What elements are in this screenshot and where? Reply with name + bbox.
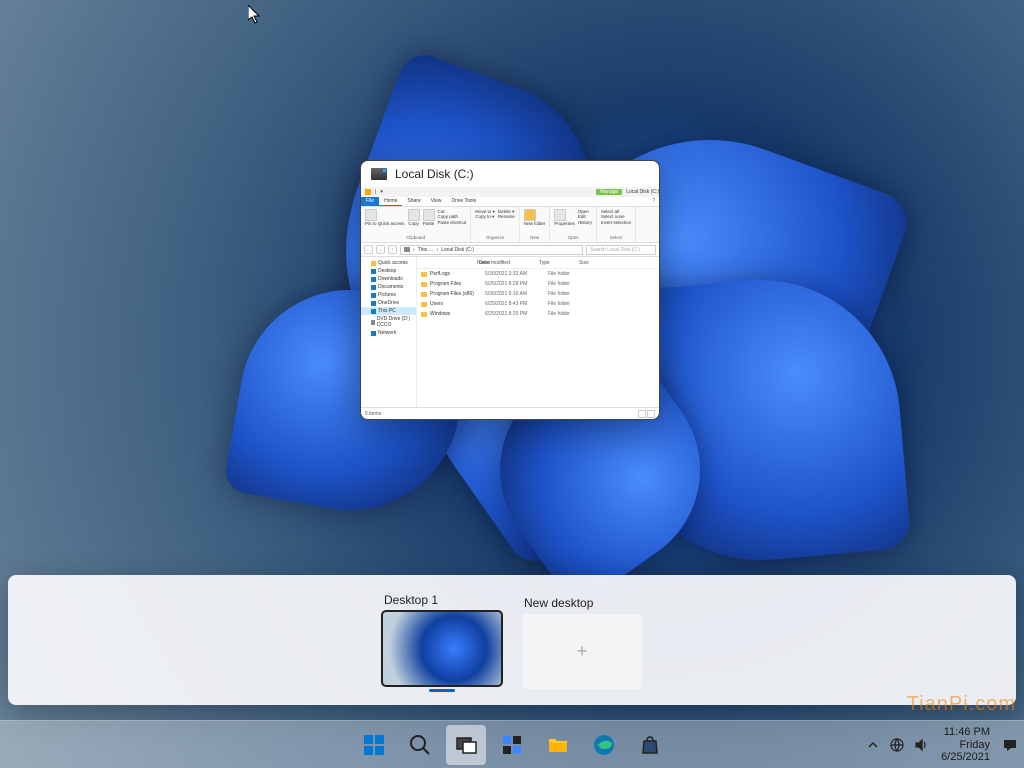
task-view-button[interactable] <box>446 725 486 765</box>
plus-icon: + <box>522 614 642 689</box>
folder-icon <box>421 312 427 317</box>
sidebar-item[interactable]: Documents <box>361 283 416 291</box>
file-explorer-preview[interactable]: Local Disk (C:) |▾ Manage Local Disk (C:… <box>360 160 660 420</box>
properties-icon[interactable] <box>554 209 566 221</box>
tab-share[interactable]: Share <box>402 197 425 206</box>
widgets-button[interactable] <box>492 725 532 765</box>
ribbon-tabs[interactable]: File Home Share View Drive Tools ? <box>361 197 659 207</box>
window-title: Local Disk (C:) <box>395 167 474 181</box>
quick-access-toolbar: |▾ Manage Local Disk (C:) <box>361 187 659 197</box>
file-list[interactable]: PerfLogs5/30/2021 3:32 AMFile folderProg… <box>417 269 659 407</box>
desktop-1-preview <box>382 611 502 686</box>
file-explorer-button[interactable] <box>538 725 578 765</box>
clock[interactable]: 11:46 PM Friday 6/25/2021 <box>937 726 994 764</box>
address-bar[interactable]: ← → ↑ ›This …›Local Disk (C:) Search Loc… <box>361 243 659 257</box>
tiles-view-icon[interactable] <box>647 410 655 418</box>
ribbon: Pin to Quick access Copy Paste CutCopy p… <box>361 207 659 243</box>
drive-icon <box>371 168 387 180</box>
tab-drive-tools[interactable]: Drive Tools <box>447 197 482 206</box>
sidebar-item[interactable]: Downloads <box>361 275 416 283</box>
drive-icon <box>404 247 410 252</box>
sidebar-item[interactable]: Network <box>361 329 416 337</box>
folder-icon <box>421 302 427 307</box>
folder-icon <box>421 282 427 287</box>
file-row[interactable]: Program Files (x86)5/30/2021 6:10 AMFile… <box>417 289 659 299</box>
volume-icon[interactable] <box>913 737 929 753</box>
pin-icon[interactable] <box>365 209 377 221</box>
preview-titlebar: Local Disk (C:) <box>361 161 659 187</box>
taskbar: 11:46 PM Friday 6/25/2021 <box>0 720 1024 768</box>
column-headers[interactable]: Name Date modified Type Size <box>417 257 659 269</box>
new-desktop-button[interactable]: New desktop + <box>522 592 642 689</box>
desktop-thumbnail-1[interactable]: Desktop 1 <box>382 589 502 692</box>
file-row[interactable]: Program Files6/25/2021 8:28 PMFile folde… <box>417 279 659 289</box>
breadcrumb[interactable]: ›This …›Local Disk (C:) <box>400 245 583 255</box>
sidebar-item[interactable]: OneDrive <box>361 299 416 307</box>
folder-icon <box>421 292 427 297</box>
sidebar-item[interactable]: Quick access <box>361 259 416 267</box>
manage-tab[interactable]: Manage <box>596 189 622 195</box>
file-row[interactable]: Windows6/25/2021 8:29 PMFile folder <box>417 309 659 319</box>
back-button[interactable]: ← <box>364 245 373 254</box>
details-view-icon[interactable] <box>638 410 646 418</box>
folder-icon <box>365 189 371 195</box>
notifications-icon[interactable] <box>1002 737 1018 753</box>
new-folder-icon[interactable] <box>524 209 536 221</box>
tab-file[interactable]: File <box>361 197 379 206</box>
search-input[interactable]: Search Local Disk (C:) <box>586 245 656 255</box>
sidebar-item[interactable]: Desktop <box>361 267 416 275</box>
navigation-pane[interactable]: Quick accessDesktopDownloadsDocumentsPic… <box>361 257 417 407</box>
network-icon[interactable] <box>889 737 905 753</box>
help-icon[interactable]: ? <box>647 197 659 206</box>
tab-view[interactable]: View <box>426 197 447 206</box>
file-row[interactable]: PerfLogs5/30/2021 3:32 AMFile folder <box>417 269 659 279</box>
sidebar-item[interactable]: Pictures <box>361 291 416 299</box>
task-view-bar: Desktop 1 New desktop + <box>8 575 1016 705</box>
file-row[interactable]: Users6/25/2021 8:43 PMFile folder <box>417 299 659 309</box>
sidebar-item[interactable]: DVD Drive (D:) CCCO <box>361 315 416 329</box>
paste-icon[interactable] <box>423 209 435 221</box>
search-button[interactable] <box>400 725 440 765</box>
store-button[interactable] <box>630 725 670 765</box>
start-button[interactable] <box>354 725 394 765</box>
folder-icon <box>421 272 427 277</box>
forward-button[interactable]: → <box>376 245 385 254</box>
up-button[interactable]: ↑ <box>388 245 397 254</box>
tab-home[interactable]: Home <box>379 197 402 206</box>
edge-button[interactable] <box>584 725 624 765</box>
tray-overflow-icon[interactable] <box>865 737 881 753</box>
mouse-cursor <box>248 5 262 25</box>
sidebar-item[interactable]: This PC <box>361 307 416 315</box>
status-bar: 5 items <box>361 407 659 419</box>
watermark: TianPi.com <box>907 693 1016 716</box>
copy-icon[interactable] <box>408 209 420 221</box>
